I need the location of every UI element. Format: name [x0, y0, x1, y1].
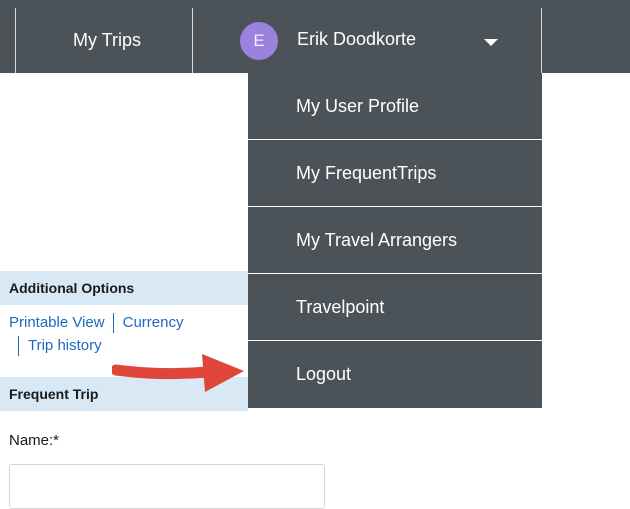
menu-item-label: My FrequentTrips [296, 162, 437, 183]
name-field-label: Name:* [9, 432, 60, 449]
chevron-down-icon [484, 39, 498, 46]
user-dropdown-menu: My User Profile My FrequentTrips My Trav… [248, 73, 542, 408]
additional-options-links-row2: Trip history [18, 336, 102, 356]
section-heading-text: Frequent Trip [9, 386, 99, 402]
menu-item-my-user-profile[interactable]: My User Profile [248, 73, 542, 140]
nav-my-trips-label: My Trips [72, 30, 141, 50]
avatar: E [240, 22, 278, 60]
red-arrow-icon [112, 354, 244, 392]
top-navigation-bar: My Trips E Erik Doodkorte [0, 0, 630, 73]
menu-item-label: My Travel Arrangers [296, 229, 458, 250]
menu-item-travelpoint[interactable]: Travelpoint [248, 274, 542, 341]
user-name: Erik Doodkorte [297, 29, 417, 49]
link-separator [112, 313, 114, 333]
menu-item-label: Logout [296, 364, 352, 384]
link-separator [18, 336, 19, 356]
menu-item-label: My User Profile [296, 95, 420, 116]
menu-item-label: Travelpoint [296, 296, 385, 317]
nav-divider [15, 8, 16, 73]
section-heading-text: Additional Options [9, 280, 135, 296]
printable-view-link[interactable]: Printable View [9, 314, 105, 331]
trip-history-link[interactable]: Trip history [28, 337, 102, 354]
nav-divider [541, 8, 542, 73]
nav-my-trips[interactable]: My Trips [22, 8, 192, 73]
menu-item-logout[interactable]: Logout [248, 341, 542, 408]
menu-item-my-travel-arrangers[interactable]: My Travel Arrangers [248, 207, 542, 274]
menu-item-my-frequent-trips[interactable]: My FrequentTrips [248, 140, 542, 207]
additional-options-links: Printable View Currency [9, 313, 183, 333]
user-menu-toggle[interactable]: E Erik Doodkorte [193, 8, 541, 73]
name-input[interactable] [9, 464, 325, 509]
additional-options-heading: Additional Options [0, 271, 248, 305]
currency-link[interactable]: Currency [123, 314, 184, 331]
